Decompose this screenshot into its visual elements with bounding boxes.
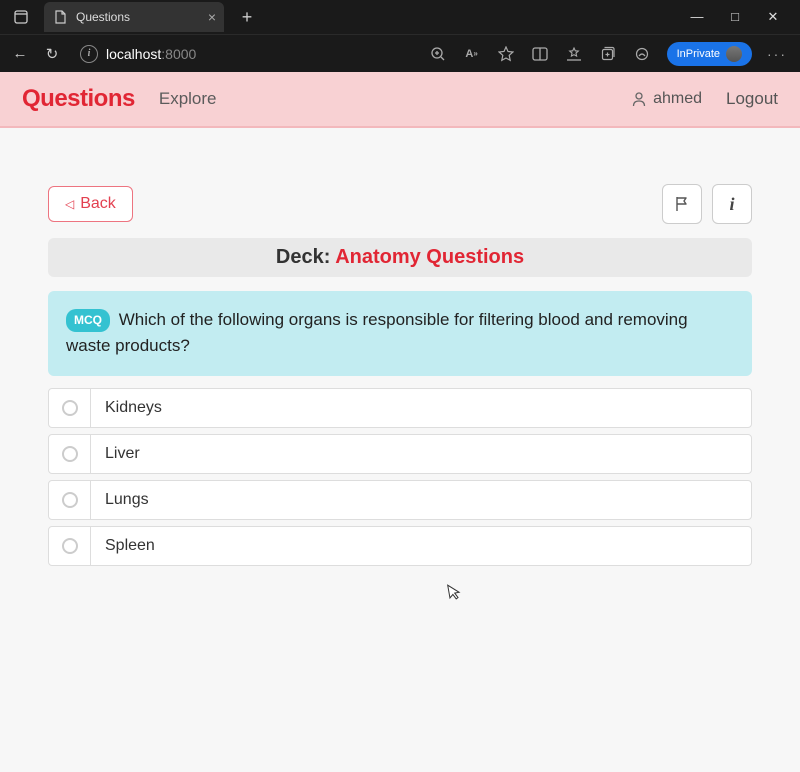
radio-icon <box>62 492 78 508</box>
url-port: :8000 <box>161 46 196 62</box>
new-tab-button[interactable]: + <box>236 7 258 28</box>
flag-button[interactable] <box>662 184 702 224</box>
option-row[interactable]: Kidneys <box>48 388 752 428</box>
mouse-cursor <box>447 582 464 602</box>
question-card: MCQ Which of the following organs is res… <box>48 291 752 376</box>
username-label: ahmed <box>653 90 702 108</box>
url-host: localhost <box>106 46 161 62</box>
deck-prefix: Deck: <box>276 246 335 268</box>
back-label: Back <box>80 195 116 213</box>
nav-explore-link[interactable]: Explore <box>159 89 217 109</box>
avatar-icon <box>726 46 742 62</box>
chevron-left-icon: ◁ <box>65 197 74 211</box>
inprivate-label: InPrivate <box>677 48 720 60</box>
more-button[interactable]: ··· <box>768 45 786 63</box>
site-info-icon[interactable]: i <box>80 45 98 63</box>
main-content: ◁ Back i Deck: Anatomy Questions MCQ Whi… <box>0 128 800 566</box>
tab-strip: Questions × + <box>4 2 258 32</box>
zoom-icon[interactable] <box>429 45 447 63</box>
app-page: Questions Explore ahmed Logout ◁ Back i … <box>0 72 800 772</box>
option-row[interactable]: Spleen <box>48 526 752 566</box>
option-label: Lungs <box>91 481 751 519</box>
favorites-list-icon[interactable] <box>565 45 583 63</box>
radio-icon <box>62 446 78 462</box>
browser-titlebar: Questions × + — □ ✕ <box>0 0 800 34</box>
option-radio-cell[interactable] <box>49 389 91 427</box>
collections-icon[interactable] <box>599 45 617 63</box>
nav-back-button[interactable]: ← <box>10 45 30 62</box>
close-window-button[interactable]: ✕ <box>764 9 782 25</box>
back-button[interactable]: ◁ Back <box>48 186 133 222</box>
maximize-button[interactable]: □ <box>726 9 744 25</box>
option-row[interactable]: Lungs <box>48 480 752 520</box>
option-row[interactable]: Liver <box>48 434 752 474</box>
app-header: Questions Explore ahmed Logout <box>0 72 800 128</box>
option-radio-cell[interactable] <box>49 481 91 519</box>
url-bar[interactable]: i localhost:8000 <box>74 45 417 63</box>
inprivate-badge[interactable]: InPrivate <box>667 42 752 66</box>
user-icon <box>631 91 647 107</box>
info-button[interactable]: i <box>712 184 752 224</box>
window-controls: — □ ✕ <box>688 9 796 25</box>
option-radio-cell[interactable] <box>49 527 91 565</box>
favorite-icon[interactable] <box>497 45 515 63</box>
user-chip[interactable]: ahmed <box>631 90 702 108</box>
option-label: Spleen <box>91 527 751 565</box>
browser-address-bar: ← ↻ i localhost:8000 A» InPrivate ··· <box>0 34 800 72</box>
option-label: Kidneys <box>91 389 751 427</box>
browser-tab[interactable]: Questions × <box>44 2 224 32</box>
tab-overview-icon[interactable] <box>10 6 32 28</box>
document-icon <box>54 10 68 24</box>
flag-icon <box>673 195 691 213</box>
deck-title-bar: Deck: Anatomy Questions <box>48 238 752 277</box>
option-label: Liver <box>91 435 751 473</box>
radio-icon <box>62 400 78 416</box>
minimize-button[interactable]: — <box>688 9 706 25</box>
read-aloud-icon[interactable]: A» <box>463 45 481 63</box>
option-radio-cell[interactable] <box>49 435 91 473</box>
split-screen-icon[interactable] <box>531 45 549 63</box>
toolbar-row: ◁ Back i <box>48 184 752 224</box>
radio-icon <box>62 538 78 554</box>
info-icon: i <box>729 194 734 215</box>
question-text: Which of the following organs is respons… <box>66 310 688 355</box>
deck-name: Anatomy Questions <box>335 246 524 268</box>
addr-right-icons: A» InPrivate ··· <box>429 42 790 66</box>
close-tab-icon[interactable]: × <box>208 9 216 25</box>
nav-refresh-button[interactable]: ↻ <box>42 45 62 63</box>
tab-title: Questions <box>76 10 200 24</box>
brand-logo[interactable]: Questions <box>22 85 135 113</box>
question-type-badge: MCQ <box>66 309 110 332</box>
logout-link[interactable]: Logout <box>726 89 778 109</box>
extensions-icon[interactable] <box>633 45 651 63</box>
